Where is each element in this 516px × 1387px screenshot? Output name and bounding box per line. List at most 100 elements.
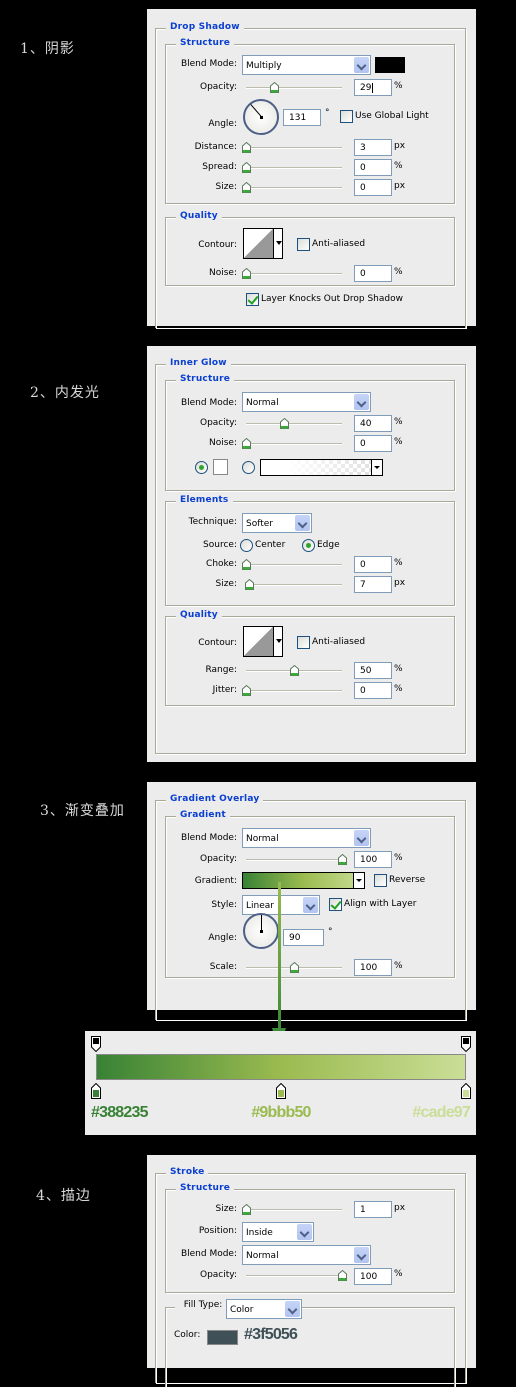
distance-input[interactable]: 3 <box>354 139 392 156</box>
range-slider[interactable] <box>246 665 342 677</box>
spread-slider[interactable] <box>242 162 342 174</box>
angle-dial[interactable] <box>243 913 279 949</box>
slider-thumb[interactable] <box>242 559 251 570</box>
angle-input[interactable]: 131 <box>283 109 321 126</box>
opacity-input[interactable]: 100 <box>354 851 392 868</box>
slider-thumb[interactable] <box>244 579 254 590</box>
distance-label: Distance: <box>194 142 237 152</box>
stroke-color-swatch[interactable] <box>207 1330 238 1345</box>
opacity-slider[interactable] <box>246 418 342 430</box>
range-input[interactable]: 50 <box>354 662 392 679</box>
distance-slider[interactable] <box>242 142 342 154</box>
color-stop-marker[interactable] <box>461 1082 471 1099</box>
slider-track <box>246 87 342 89</box>
jitter-input[interactable]: 0 <box>354 682 392 699</box>
slider-thumb[interactable] <box>290 665 299 676</box>
glow-color-swatch[interactable] <box>213 459 228 475</box>
align-with-layer-checkbox[interactable] <box>329 898 342 911</box>
slider-thumb[interactable] <box>242 142 251 153</box>
angle-input[interactable]: 90 <box>283 929 324 946</box>
slider-thumb[interactable] <box>242 182 251 193</box>
caret-down-icon[interactable] <box>273 627 283 656</box>
slider-thumb[interactable] <box>280 418 290 429</box>
blend-mode-label: Blend Mode: <box>180 1249 237 1259</box>
knockout-checkbox[interactable] <box>246 293 259 306</box>
opacity-input[interactable]: 100 <box>354 1268 392 1285</box>
caret-down-icon[interactable] <box>273 229 283 258</box>
technique-select[interactable]: Softer <box>242 513 312 533</box>
gradient-editor: #388235 #9bbb50 #cade97 <box>85 1031 476 1135</box>
slider-thumb[interactable] <box>242 685 251 696</box>
gradient-overlay-title: Gradient Overlay <box>166 794 264 804</box>
fill-type-select[interactable]: Color <box>226 1299 302 1319</box>
gradient-radio[interactable] <box>242 461 255 474</box>
contour-label: Contour: <box>198 240 237 250</box>
choke-input[interactable]: 0 <box>354 556 392 573</box>
choke-slider[interactable] <box>242 559 342 571</box>
contour-picker[interactable] <box>243 626 283 657</box>
step-label-gradient-overlay: 3、渐变叠加 <box>40 803 125 819</box>
size-slider[interactable] <box>244 579 342 591</box>
slider-track <box>246 564 342 566</box>
blend-mode-select[interactable]: Multiply <box>242 55 371 75</box>
reverse-label: Reverse <box>389 875 426 885</box>
style-select[interactable]: Linear <box>242 895 320 915</box>
contour-picker[interactable] <box>243 228 283 259</box>
slider-thumb[interactable] <box>290 962 299 973</box>
position-select[interactable]: Inside <box>242 1222 314 1242</box>
color-stop-marker[interactable] <box>276 1082 286 1099</box>
anti-aliased-checkbox[interactable] <box>297 238 310 251</box>
blend-mode-select[interactable]: Normal <box>242 392 371 412</box>
angle-dial[interactable] <box>243 99 279 135</box>
jitter-slider[interactable] <box>242 685 342 697</box>
slider-thumb[interactable] <box>242 1204 251 1215</box>
use-global-light-checkbox[interactable] <box>340 110 353 123</box>
slider-thumb[interactable] <box>338 1270 347 1281</box>
opacity-input[interactable]: 29 <box>354 79 392 96</box>
source-center-radio[interactable] <box>240 539 253 552</box>
opacity-input[interactable]: 40 <box>354 415 392 432</box>
slider-track <box>246 859 342 861</box>
noise-unit: % <box>394 437 403 447</box>
opacity-stop-marker[interactable] <box>91 1036 101 1053</box>
reverse-checkbox[interactable] <box>374 874 387 887</box>
technique-value: Softer <box>246 519 273 529</box>
inner-glow-title: Inner Glow <box>166 358 231 368</box>
size-input[interactable]: 7 <box>354 576 392 593</box>
glow-gradient-picker[interactable] <box>260 459 383 476</box>
blend-mode-select[interactable]: Normal <box>242 1245 371 1265</box>
slider-thumb[interactable] <box>242 268 251 279</box>
scale-slider[interactable] <box>246 962 342 974</box>
opacity-unit: % <box>394 1269 403 1279</box>
shadow-color-swatch[interactable] <box>375 57 405 73</box>
gradient-bar[interactable] <box>96 1054 466 1080</box>
spread-input[interactable]: 0 <box>354 159 392 176</box>
scale-input[interactable]: 100 <box>354 959 392 976</box>
opacity-stop-marker[interactable] <box>461 1036 471 1053</box>
size-input[interactable]: 1 <box>354 1201 392 1218</box>
source-edge-radio[interactable] <box>302 539 315 552</box>
caret-down-icon[interactable] <box>371 460 382 475</box>
noise-slider[interactable] <box>242 268 342 280</box>
size-slider[interactable] <box>242 1204 342 1216</box>
choke-label: Choke: <box>206 559 237 569</box>
noise-slider[interactable] <box>242 438 342 450</box>
size-input[interactable]: 0 <box>354 179 392 196</box>
gradient-picker[interactable] <box>242 872 365 889</box>
opacity-slider[interactable] <box>246 82 342 94</box>
anti-aliased-label: Anti-aliased <box>312 637 366 647</box>
size-slider[interactable] <box>242 182 342 194</box>
slider-thumb[interactable] <box>338 854 347 865</box>
opacity-slider[interactable] <box>246 854 347 866</box>
color-stop-marker[interactable] <box>91 1082 101 1099</box>
opacity-slider[interactable] <box>246 1270 347 1282</box>
solid-color-radio[interactable] <box>195 461 208 474</box>
noise-input[interactable]: 0 <box>354 435 392 452</box>
anti-aliased-checkbox[interactable] <box>297 636 310 649</box>
noise-input[interactable]: 0 <box>354 265 392 282</box>
slider-thumb[interactable] <box>242 162 251 173</box>
slider-thumb[interactable] <box>242 438 251 449</box>
caret-down-icon[interactable] <box>353 873 364 888</box>
blend-mode-select[interactable]: Normal <box>242 828 371 848</box>
slider-thumb[interactable] <box>269 82 279 93</box>
